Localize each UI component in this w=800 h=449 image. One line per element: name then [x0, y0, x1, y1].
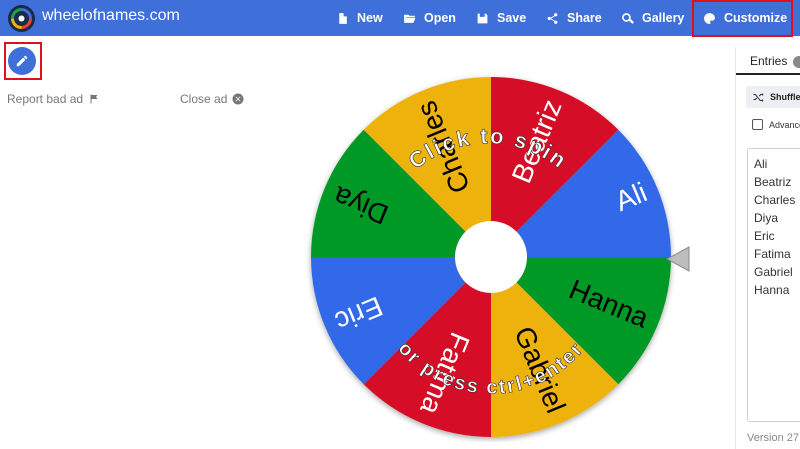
wheel-of-names[interactable]: AliHannaGabrielFatimaEricDiyaCharles Beat… — [306, 72, 676, 442]
open-button[interactable]: Open — [403, 0, 456, 36]
list-item: Ali — [754, 157, 768, 171]
close-circle-icon — [232, 93, 244, 105]
list-item: Hanna — [754, 283, 790, 297]
list-item: Fatima — [754, 247, 791, 261]
customize-highlight-box — [692, 0, 793, 37]
wheel-center-hub — [455, 221, 527, 293]
advanced-option[interactable]: Advanced — [752, 119, 800, 130]
new-button[interactable]: New — [336, 0, 383, 36]
flag-icon — [90, 94, 98, 104]
close-ad-label: Close ad — [180, 92, 228, 106]
wheel-logo-icon[interactable] — [8, 5, 35, 32]
report-bad-ad-link[interactable]: Report bad ad — [7, 92, 100, 106]
site-title[interactable]: wheelofnames.com — [42, 7, 180, 25]
save-label: Save — [497, 11, 527, 25]
save-button[interactable]: Save — [476, 0, 526, 36]
tab-entries-underline — [736, 73, 800, 75]
wheel-pointer-icon — [666, 246, 690, 272]
folder-open-icon — [404, 14, 416, 23]
open-label: Open — [424, 11, 456, 25]
list-item: Beatriz — [754, 175, 792, 189]
gallery-button[interactable]: Gallery — [621, 0, 684, 36]
report-bad-ad-label: Report bad ad — [7, 92, 84, 106]
save-icon — [477, 13, 488, 23]
list-item: Charles — [754, 193, 796, 207]
close-ad-link[interactable]: Close ad — [180, 92, 244, 106]
list-item: Eric — [754, 229, 775, 243]
shuffle-button[interactable]: Shuffle — [746, 86, 800, 108]
pencil-icon — [16, 55, 28, 67]
file-icon — [339, 12, 347, 24]
share-label: Share — [567, 11, 602, 25]
entries-count-badge — [793, 56, 800, 68]
tab-entries[interactable]: Entries — [750, 54, 787, 68]
version-text: Version 27 — [747, 432, 799, 444]
edit-button[interactable] — [8, 47, 36, 75]
advanced-checkbox[interactable] — [752, 119, 763, 130]
share-icon — [547, 12, 558, 24]
shuffle-label: Shuffle — [770, 92, 800, 102]
list-item: Gabriel — [754, 265, 793, 279]
new-label: New — [357, 11, 383, 25]
advanced-label: Advanced — [769, 119, 800, 130]
gallery-label: Gallery — [642, 11, 685, 25]
shuffle-icon — [753, 93, 764, 102]
list-item: Diya — [754, 211, 779, 225]
search-icon — [622, 12, 634, 24]
share-button[interactable]: Share — [546, 0, 602, 36]
